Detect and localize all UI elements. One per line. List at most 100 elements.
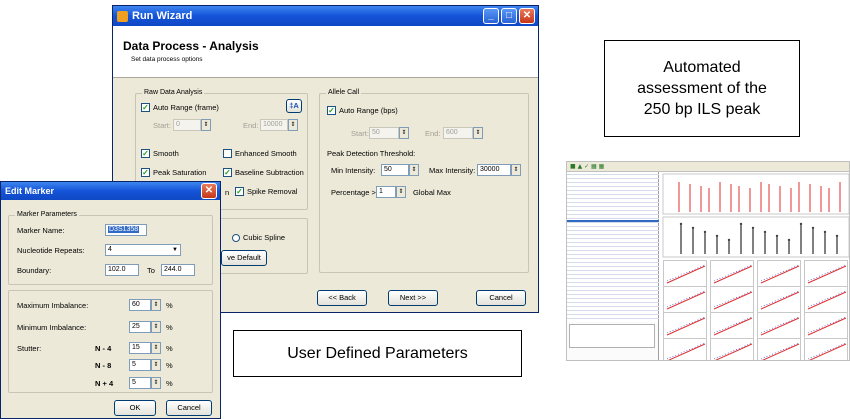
table-row[interactable]	[567, 200, 659, 203]
table-row[interactable]	[567, 196, 659, 199]
end-bps-input[interactable]: 600	[443, 127, 473, 139]
min-imbalance-input[interactable]: 25	[129, 321, 151, 333]
min-intensity-spinner[interactable]: ⇕	[409, 164, 419, 176]
table-row[interactable]	[567, 236, 659, 239]
check-icon: ✓	[141, 103, 150, 112]
max-imbalance-spinner[interactable]: ⇕	[151, 299, 161, 311]
percentage-input[interactable]: 1	[376, 186, 396, 198]
end-label: End:	[425, 129, 441, 138]
table-row[interactable]	[567, 304, 659, 307]
table-row[interactable]	[567, 256, 659, 259]
table-row[interactable]	[567, 252, 659, 255]
start-frame-input[interactable]: 0	[173, 119, 201, 131]
summary-grid	[569, 324, 655, 348]
stutter-input[interactable]: 5	[129, 359, 151, 371]
percentage-label: Percentage >	[331, 188, 376, 197]
stutter-input[interactable]: 15	[129, 342, 151, 354]
table-row[interactable]	[567, 260, 659, 263]
max-imbalance-input[interactable]: 60	[129, 299, 151, 311]
marker-name-input[interactable]: D3S1358	[105, 224, 147, 236]
table-row[interactable]	[567, 284, 659, 287]
stutter-input[interactable]: 5	[129, 377, 151, 389]
baseline-subtraction-checkbox[interactable]: ✓ Baseline Subtraction	[223, 168, 304, 177]
table-row[interactable]	[567, 316, 659, 319]
peak-marker	[835, 234, 839, 238]
start-spinner[interactable]: ⇕	[201, 119, 211, 131]
start-bps-spinner[interactable]: ⇕	[399, 127, 409, 139]
wizard-header: Data Process - Analysis Set data process…	[113, 26, 538, 78]
table-row[interactable]	[567, 216, 659, 219]
table-row[interactable]	[567, 248, 659, 251]
table-row[interactable]	[567, 280, 659, 283]
end-spinner[interactable]: ⇕	[288, 119, 298, 131]
table-row[interactable]	[567, 208, 659, 211]
cancel-button[interactable]: Cancel	[166, 400, 212, 416]
max-intensity-input[interactable]: 30000	[477, 164, 511, 176]
table-row[interactable]	[567, 224, 659, 227]
table-row[interactable]	[567, 228, 659, 231]
table-row[interactable]	[567, 220, 659, 223]
back-button[interactable]: << Back	[317, 290, 367, 306]
table-row[interactable]	[567, 292, 659, 295]
table-row[interactable]	[567, 240, 659, 243]
table-row[interactable]	[567, 204, 659, 207]
global-max-label: Global Max	[413, 188, 451, 197]
minimize-icon[interactable]: _	[483, 8, 499, 24]
edit-marker-titlebar[interactable]: Edit Marker ✕	[1, 182, 220, 200]
auto-range-icon-button[interactable]: ‡A	[286, 99, 302, 113]
table-row[interactable]	[567, 272, 659, 275]
max-intensity-spinner[interactable]: ⇕	[511, 164, 521, 176]
ok-button[interactable]: OK	[114, 400, 156, 416]
percent-unit: %	[166, 361, 173, 370]
start-bps-input[interactable]: 50	[369, 127, 399, 139]
table-row[interactable]	[567, 176, 659, 179]
spike-removal-checkbox[interactable]: ✓ Spike Removal	[235, 187, 297, 196]
save-default-button[interactable]: ve Default	[221, 250, 267, 266]
min-intensity-input[interactable]: 50	[381, 164, 409, 176]
end-frame-input[interactable]: 10000	[260, 119, 288, 131]
sample-table[interactable]	[567, 172, 659, 322]
table-row[interactable]	[567, 264, 659, 267]
stutter-spinner[interactable]: ⇕	[151, 359, 161, 371]
table-row[interactable]	[567, 184, 659, 187]
close-icon[interactable]: ✕	[519, 8, 535, 24]
table-row[interactable]	[567, 188, 659, 191]
smooth-checkbox[interactable]: ✓ Smooth	[141, 149, 179, 158]
cancel-button[interactable]: Cancel	[476, 290, 526, 306]
next-button[interactable]: Next >>	[388, 290, 438, 306]
toolbar-icons[interactable]: ■ ▲ ✓ ▦ ▦	[570, 163, 604, 170]
close-icon[interactable]: ✕	[201, 183, 217, 199]
table-row[interactable]	[567, 180, 659, 183]
cubic-spline-radio[interactable]: Cubic Spline	[232, 233, 285, 242]
maximize-icon[interactable]: □	[501, 8, 517, 24]
auto-range-frame-checkbox[interactable]: ✓ Auto Range (frame)	[141, 103, 219, 112]
table-row[interactable]	[567, 268, 659, 271]
table-row[interactable]	[567, 288, 659, 291]
table-row[interactable]	[567, 276, 659, 279]
table-row[interactable]	[567, 244, 659, 247]
callout-line: assessment of the	[637, 80, 767, 97]
table-row[interactable]	[567, 212, 659, 215]
enhanced-smooth-checkbox[interactable]: Enhanced Smooth	[223, 149, 297, 158]
boundary-from-input[interactable]: 102.0	[105, 264, 139, 276]
table-row[interactable]	[567, 232, 659, 235]
table-row[interactable]	[567, 192, 659, 195]
table-row[interactable]	[567, 312, 659, 315]
table-row[interactable]	[567, 172, 659, 175]
run-wizard-titlebar[interactable]: Run Wizard _ □ ✕	[113, 6, 538, 26]
sizing-plot	[757, 312, 801, 339]
stutter-spinner[interactable]: ⇕	[151, 377, 161, 389]
min-imbalance-spinner[interactable]: ⇕	[151, 321, 161, 333]
table-row[interactable]	[567, 300, 659, 303]
auto-range-bps-checkbox[interactable]: ✓ Auto Range (bps)	[327, 106, 398, 115]
stutter-spinner[interactable]: ⇕	[151, 342, 161, 354]
repeats-select[interactable]: 4 ▼	[105, 244, 181, 256]
table-row[interactable]	[567, 308, 659, 311]
table-row[interactable]	[567, 296, 659, 299]
percent-unit: %	[166, 344, 173, 353]
boundary-to-input[interactable]: 244.0	[161, 264, 195, 276]
end-bps-spinner[interactable]: ⇕	[473, 127, 483, 139]
percentage-spinner[interactable]: ⇕	[396, 186, 406, 198]
peak-marker	[727, 238, 731, 242]
peak-saturation-checkbox[interactable]: ✓ Peak Saturation	[141, 168, 206, 177]
